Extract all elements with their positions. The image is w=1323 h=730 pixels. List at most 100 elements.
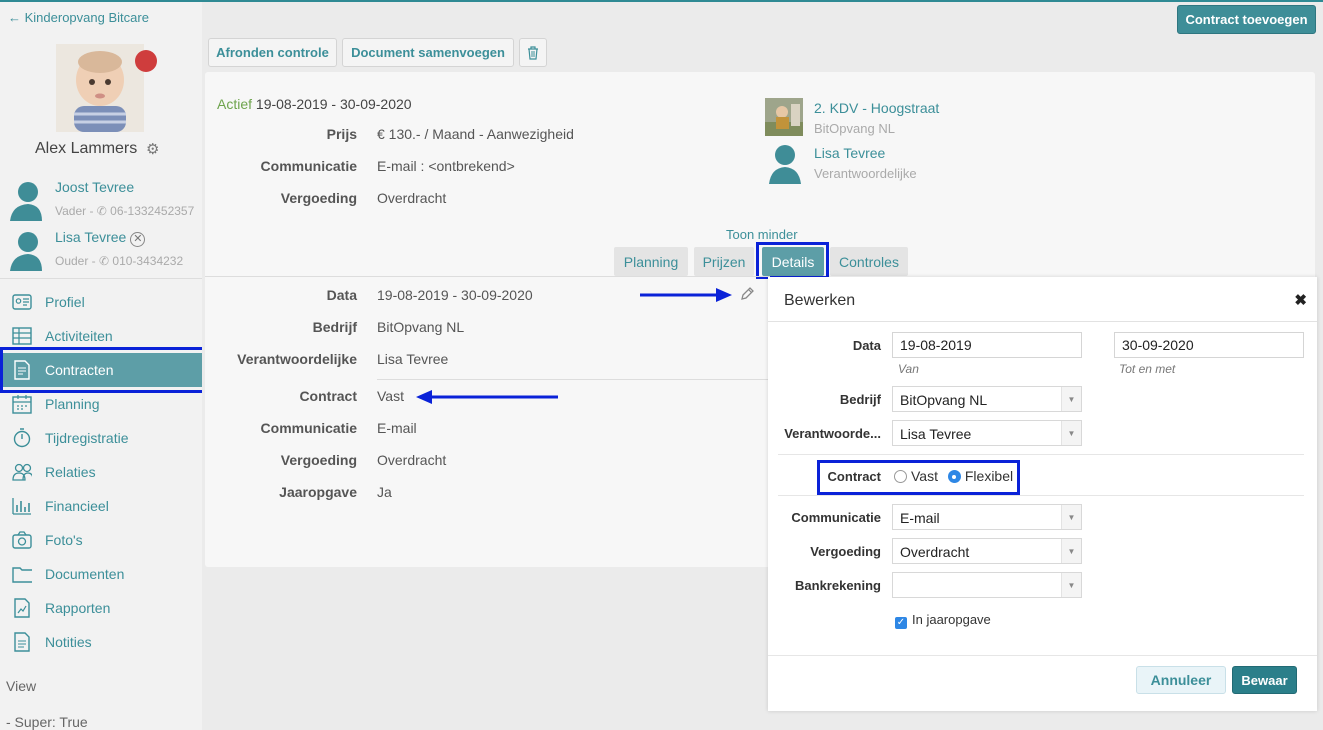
status-indicator bbox=[135, 50, 157, 72]
annotation-arrow bbox=[640, 288, 732, 302]
contract-status: Actief bbox=[217, 96, 253, 112]
tab-planning[interactable]: Planning bbox=[614, 247, 688, 276]
sidebar-item-documenten[interactable]: Documenten bbox=[0, 557, 202, 591]
sidebar-item-notities[interactable]: Notities bbox=[0, 625, 202, 659]
summary-value: E-mail : <ontbrekend> bbox=[377, 158, 515, 174]
stopwatch-icon bbox=[12, 428, 32, 448]
sidebar-item-relaties[interactable]: Relaties bbox=[0, 455, 202, 489]
relation-name-text: Lisa Tevree bbox=[55, 229, 127, 245]
sidebar-item-label: Notities bbox=[45, 634, 92, 650]
modal-footer-divider bbox=[768, 655, 1317, 656]
merge-document-button[interactable]: Document samenvoegen bbox=[342, 38, 514, 67]
location-thumbnail bbox=[765, 98, 803, 136]
annual-checkbox-row[interactable]: ✓ In jaaropgave bbox=[895, 612, 991, 629]
relation-details: Ouder - ✆ 010-3434232 bbox=[55, 254, 184, 268]
super-label: - Super: True bbox=[6, 714, 88, 730]
sidebar-item-financieel[interactable]: Financieel bbox=[0, 489, 202, 523]
show-less-link[interactable]: Toon minder bbox=[726, 227, 798, 242]
summary-label: Prijs bbox=[326, 126, 357, 142]
profile-card-icon bbox=[12, 292, 32, 312]
person-avatar-icon bbox=[10, 232, 42, 271]
sidebar-item-label: Profiel bbox=[45, 294, 85, 310]
summary-label: Communicatie bbox=[260, 158, 357, 174]
annotation-arrow bbox=[416, 390, 558, 404]
add-contract-button[interactable]: Contract toevoegen bbox=[1177, 5, 1316, 34]
report-icon bbox=[12, 598, 32, 618]
detail-divider bbox=[377, 379, 770, 380]
sidebar-item-rapporten[interactable]: Rapporten bbox=[0, 591, 202, 625]
highlight-box-details-tab bbox=[756, 242, 829, 279]
detail-value: 19-08-2019 - 30-09-2020 bbox=[377, 287, 533, 303]
relation-name[interactable]: Joost Tevree bbox=[55, 179, 134, 195]
bank-select[interactable]: ▼ bbox=[892, 572, 1082, 598]
calendar-icon bbox=[12, 394, 32, 414]
chevron-down-icon: ▼ bbox=[1061, 421, 1081, 445]
sidebar-item-label: Activiteiten bbox=[45, 328, 113, 344]
chevron-down-icon: ▼ bbox=[1061, 505, 1081, 529]
remove-icon[interactable]: ✕ bbox=[130, 232, 146, 247]
data-label: Data bbox=[852, 338, 881, 353]
bar-chart-icon bbox=[12, 496, 32, 516]
detail-label: Vergoeding bbox=[280, 452, 357, 468]
folder-icon bbox=[12, 564, 32, 584]
save-button[interactable]: Bewaar bbox=[1232, 666, 1297, 694]
detail-label: Bedrijf bbox=[312, 319, 357, 335]
detail-value: E-mail bbox=[377, 420, 417, 436]
modal-title: Bewerken bbox=[784, 292, 856, 309]
sidebar-item-label: Financieel bbox=[45, 498, 109, 514]
gear-icon[interactable]: ⚙ bbox=[146, 140, 159, 158]
back-arrow-icon: ← bbox=[8, 10, 21, 25]
cancel-button[interactable]: Annuleer bbox=[1136, 666, 1226, 694]
location-org: BitOpvang NL bbox=[814, 121, 895, 136]
sidebar-item-fotos[interactable]: Foto's bbox=[0, 523, 202, 557]
tab-prijzen[interactable]: Prijzen bbox=[694, 247, 754, 276]
tab-controles[interactable]: Controles bbox=[830, 247, 908, 276]
person-avatar-icon bbox=[10, 182, 42, 221]
chevron-down-icon: ▼ bbox=[1061, 573, 1081, 597]
responsible-select[interactable]: Lisa Tevree ▼ bbox=[892, 420, 1082, 446]
location-link[interactable]: 2. KDV - Hoogstraat bbox=[814, 100, 939, 116]
responsible-select-value: Lisa Tevree bbox=[900, 426, 972, 442]
compensation-select[interactable]: Overdracht ▼ bbox=[892, 538, 1082, 564]
chevron-down-icon: ▼ bbox=[1061, 539, 1081, 563]
detail-label: Communicatie bbox=[260, 420, 357, 436]
person-avatar-icon bbox=[769, 145, 801, 184]
relation-details: Vader - ✆ 06-1332452357 bbox=[55, 204, 195, 218]
back-link[interactable]: ← Kinderopvang Bitcare bbox=[8, 10, 149, 25]
communication-label: Communicatie bbox=[791, 510, 881, 525]
communication-select[interactable]: E-mail ▼ bbox=[892, 504, 1082, 530]
view-label: View bbox=[6, 678, 37, 694]
relation-name[interactable]: Lisa Tevree ✕ bbox=[55, 229, 146, 247]
child-name: Alex Lammers bbox=[35, 140, 138, 157]
date-from-input[interactable] bbox=[892, 332, 1082, 358]
delete-button[interactable] bbox=[519, 38, 547, 67]
close-icon[interactable]: ✖ bbox=[1294, 291, 1307, 309]
compensation-select-value: Overdracht bbox=[900, 544, 970, 560]
bank-label: Bankrekening bbox=[795, 578, 881, 593]
modal-divider bbox=[778, 495, 1304, 496]
date-to-input[interactable] bbox=[1114, 332, 1304, 358]
card-divider bbox=[205, 276, 770, 277]
trash-icon bbox=[528, 45, 538, 60]
checkbox-checked[interactable]: ✓ bbox=[895, 617, 907, 629]
sidebar-item-label: Tijdregistratie bbox=[45, 430, 129, 446]
highlight-box-contract-radio bbox=[817, 460, 1020, 495]
chevron-down-icon: ▼ bbox=[1061, 387, 1081, 411]
company-select[interactable]: BitOpvang NL ▼ bbox=[892, 386, 1082, 412]
modal-header-divider bbox=[768, 321, 1317, 322]
summary-value: Overdracht bbox=[377, 190, 447, 206]
sidebar-item-profiel[interactable]: Profiel bbox=[0, 285, 202, 319]
pencil-icon[interactable] bbox=[739, 286, 755, 302]
table-icon bbox=[12, 326, 32, 346]
summary-label: Vergoeding bbox=[280, 190, 357, 206]
summary-value: € 130.- / Maand - Aanwezigheid bbox=[377, 126, 574, 142]
sidebar-item-tijdregistratie[interactable]: Tijdregistratie bbox=[0, 421, 202, 455]
responsible-link[interactable]: Lisa Tevree bbox=[814, 145, 885, 161]
sidebar-item-label: Foto's bbox=[45, 532, 83, 548]
contract-period: 19-08-2019 - 30-09-2020 bbox=[255, 96, 412, 112]
finish-check-button[interactable]: Afronden controle bbox=[208, 38, 337, 67]
detail-label: Data bbox=[326, 287, 357, 303]
back-link-label: Kinderopvang Bitcare bbox=[24, 10, 149, 25]
detail-label: Verantwoordelijke bbox=[237, 351, 357, 367]
detail-value: Vast bbox=[377, 388, 404, 404]
